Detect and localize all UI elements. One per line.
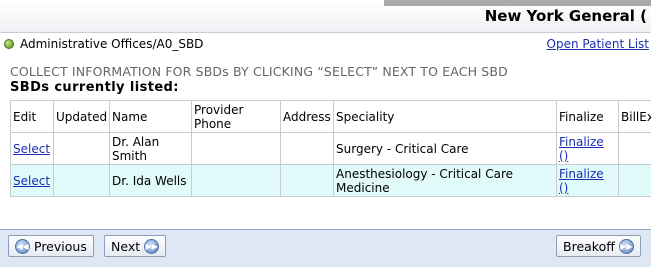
rewind-icon: ◀◀ <box>15 239 30 254</box>
next-label: Next <box>111 239 140 254</box>
hospital-title: New York General ( <box>485 7 647 25</box>
col-header-updated: Updated <box>54 101 110 133</box>
breakoff-label: Breakoff <box>563 239 615 254</box>
open-patient-list-link[interactable]: Open Patient List <box>547 37 649 51</box>
fast-forward-icon: ▶▶ <box>619 239 634 254</box>
instruction-text: COLLECT INFORMATION FOR SBDs BY CLICKING… <box>10 64 508 79</box>
updated-cell <box>54 165 110 197</box>
speciality-cell: Surgery - Critical Care <box>334 133 557 165</box>
next-button[interactable]: Next ▶▶ <box>104 235 166 257</box>
fast-forward-icon: ▶▶ <box>144 239 159 254</box>
breakoff-button[interactable]: Breakoff ▶▶ <box>556 235 641 257</box>
speciality-cell: Anesthesiology - Critical Care Medicine <box>334 165 557 197</box>
phone-cell <box>192 165 281 197</box>
col-header-speciality: Speciality <box>334 101 557 133</box>
updated-cell <box>54 133 110 165</box>
previous-label: Previous <box>34 239 87 254</box>
col-header-finalize: Finalize <box>557 101 619 133</box>
finalize-cell: Finalize () <box>557 165 619 197</box>
col-header-billex: BillEx <box>619 101 651 133</box>
edit-cell: Select <box>11 133 54 165</box>
top-bar-shade <box>384 0 651 6</box>
top-bar: New York General ( <box>0 0 651 33</box>
select-link[interactable]: Select <box>13 142 50 156</box>
col-header-name: Name <box>110 101 192 133</box>
col-header-address: Address <box>281 101 334 133</box>
edit-cell: Select <box>11 165 54 197</box>
name-cell: Dr. Alan Smith <box>110 133 192 165</box>
finalize-cell: Finalize () <box>557 133 619 165</box>
billex-cell <box>619 165 651 197</box>
sbd-table: Edit Updated Name Provider Phone Address… <box>10 100 651 197</box>
breadcrumb: Administrative Offices/A0_SBD <box>4 37 203 51</box>
select-link[interactable]: Select <box>13 174 50 188</box>
name-cell: Dr. Ida Wells <box>110 165 192 197</box>
address-cell <box>281 165 334 197</box>
finalize-link[interactable]: Finalize () <box>559 135 604 163</box>
table-row: Select Dr. Ida Wells Anesthesiology - Cr… <box>11 165 651 197</box>
green-bullet-icon <box>4 39 14 49</box>
phone-cell <box>192 133 281 165</box>
billex-cell <box>619 133 651 165</box>
col-header-edit: Edit <box>11 101 54 133</box>
hospital-name: New York General ( <box>485 7 647 25</box>
previous-button[interactable]: ◀◀ Previous <box>8 235 94 257</box>
table-header-row: Edit Updated Name Provider Phone Address… <box>11 101 651 133</box>
bottom-nav-bar: ◀◀ Previous Next ▶▶ Breakoff ▶▶ <box>0 229 651 267</box>
address-cell <box>281 133 334 165</box>
table-row: Select Dr. Alan Smith Surgery - Critical… <box>11 133 651 165</box>
finalize-link[interactable]: Finalize () <box>559 167 604 195</box>
breadcrumb-path: Administrative Offices/A0_SBD <box>20 37 203 51</box>
sbds-listed-heading: SBDs currently listed: <box>10 80 179 95</box>
col-header-provider-phone: Provider Phone <box>192 101 281 133</box>
